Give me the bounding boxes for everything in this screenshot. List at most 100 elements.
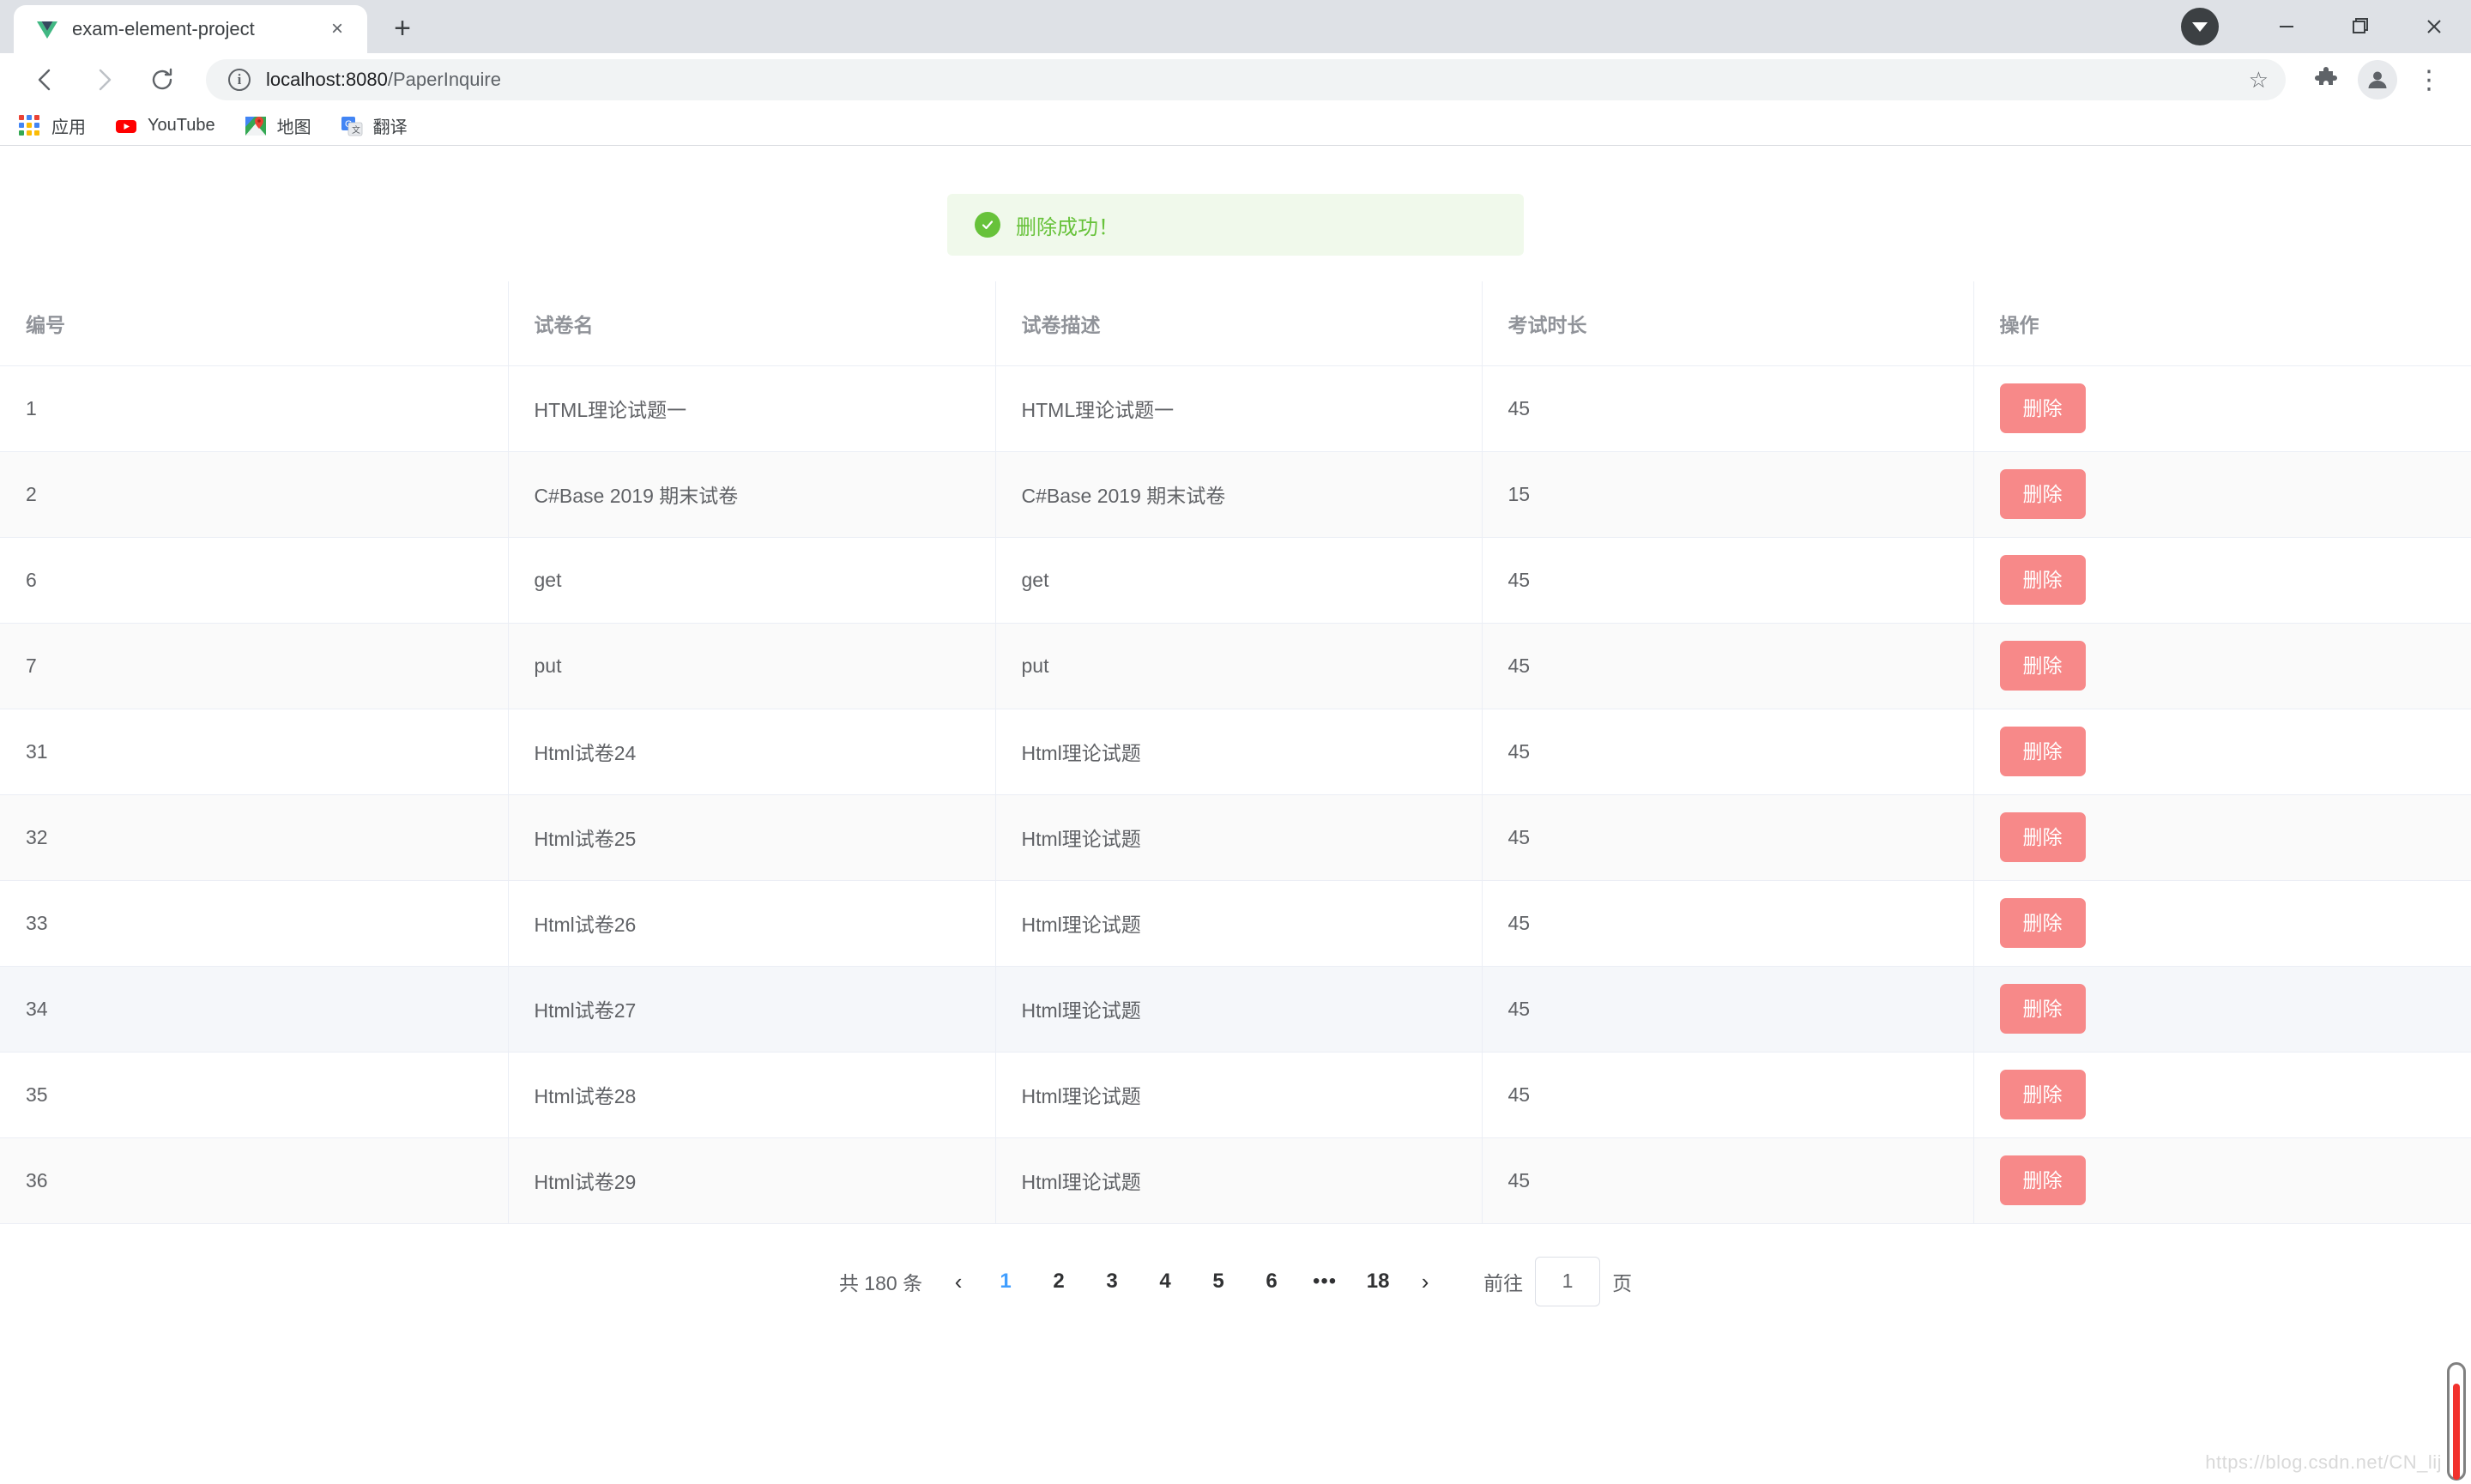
cell-actions: 删除	[1973, 794, 2471, 880]
pagination-page-6[interactable]: 6	[1245, 1261, 1298, 1302]
new-tab-button[interactable]: +	[379, 5, 426, 51]
cell-actions: 删除	[1973, 709, 2471, 794]
cell-id: 34	[0, 966, 508, 1052]
maximize-button[interactable]	[2323, 0, 2397, 53]
cell-desc: Html理论试题	[995, 794, 1482, 880]
pagination-page-4[interactable]: 4	[1139, 1261, 1192, 1302]
bookmark-maps[interactable]: 地图	[245, 113, 311, 138]
back-icon[interactable]	[19, 53, 72, 106]
pagination: 共 180 条 ‹ 123456•••18 › 前往 页	[0, 1257, 2471, 1306]
cell-id: 36	[0, 1137, 508, 1223]
cell-duration: 45	[1482, 880, 1973, 966]
table-row[interactable]: 36Html试卷29Html理论试题45删除	[0, 1137, 2471, 1223]
table-row[interactable]: 33Html试卷26Html理论试题45删除	[0, 880, 2471, 966]
url-text: localhost:8080/PaperInquire	[266, 69, 2233, 91]
bookmark-label: YouTube	[148, 116, 215, 136]
forward-icon[interactable]	[77, 53, 130, 106]
cell-desc: put	[995, 623, 1482, 709]
address-bar[interactable]: i localhost:8080/PaperInquire ☆	[206, 59, 2286, 100]
url-path: /PaperInquire	[388, 69, 501, 90]
site-info-icon[interactable]: i	[228, 69, 251, 91]
table-row[interactable]: 7putput45删除	[0, 623, 2471, 709]
delete-button[interactable]: 删除	[2000, 1155, 2086, 1205]
cell-duration: 45	[1482, 365, 1973, 451]
bookmark-label: 地图	[277, 113, 311, 138]
bookmark-translate[interactable]: G 文 翻译	[341, 113, 408, 138]
profile-avatar[interactable]	[2354, 57, 2401, 103]
cell-desc: Html理论试题	[995, 1052, 1482, 1137]
bookmark-star-icon[interactable]: ☆	[2249, 69, 2269, 91]
cell-id: 31	[0, 709, 508, 794]
cell-id: 32	[0, 794, 508, 880]
browser-window: exam-element-project × +	[0, 0, 2471, 1484]
cell-duration: 45	[1482, 1137, 1973, 1223]
cell-actions: 删除	[1973, 623, 2471, 709]
table-body: 1HTML理论试题一HTML理论试题一45删除2C#Base 2019 期末试卷…	[0, 365, 2471, 1223]
cell-desc: Html理论试题	[995, 880, 1482, 966]
cell-actions: 删除	[1973, 966, 2471, 1052]
close-tab-icon[interactable]: ×	[323, 15, 352, 44]
bookmark-apps[interactable]: 应用	[19, 113, 86, 138]
cell-desc: get	[995, 537, 1482, 623]
jump-prefix-label: 前往	[1483, 1267, 1523, 1296]
cell-duration: 45	[1482, 1052, 1973, 1137]
pagination-prev-button[interactable]: ‹	[938, 1261, 979, 1302]
window-controls	[2181, 0, 2471, 53]
cell-name: Html试卷25	[508, 794, 995, 880]
table-row[interactable]: 2C#Base 2019 期末试卷C#Base 2019 期末试卷15删除	[0, 451, 2471, 537]
pagination-page-3[interactable]: 3	[1085, 1261, 1139, 1302]
delete-button[interactable]: 删除	[2000, 727, 2086, 776]
delete-button[interactable]: 删除	[2000, 1070, 2086, 1119]
cell-name: HTML理论试题一	[508, 365, 995, 451]
pagination-ellipsis[interactable]: •••	[1298, 1261, 1351, 1302]
cell-duration: 15	[1482, 451, 1973, 537]
profile-dropdown-icon[interactable]	[2181, 8, 2219, 45]
bookmark-label: 应用	[51, 113, 86, 138]
table-row[interactable]: 6getget45删除	[0, 537, 2471, 623]
tab-strip: exam-element-project × +	[0, 0, 2471, 53]
delete-button[interactable]: 删除	[2000, 898, 2086, 948]
pagination-page-1[interactable]: 1	[979, 1261, 1032, 1302]
cell-name: C#Base 2019 期末试卷	[508, 451, 995, 537]
delete-button[interactable]: 删除	[2000, 641, 2086, 691]
minimize-button[interactable]	[2250, 0, 2323, 53]
delete-button[interactable]: 删除	[2000, 812, 2086, 862]
delete-button[interactable]: 删除	[2000, 383, 2086, 433]
table-row[interactable]: 31Html试卷24Html理论试题45删除	[0, 709, 2471, 794]
delete-button[interactable]: 删除	[2000, 555, 2086, 605]
alert-message: 删除成功！	[1016, 210, 1119, 240]
url-host: localhost:8080	[266, 69, 388, 90]
delete-button[interactable]: 删除	[2000, 469, 2086, 519]
scrollbar-thumb[interactable]	[2453, 1384, 2460, 1480]
cell-name: put	[508, 623, 995, 709]
google-maps-icon	[245, 115, 267, 137]
pagination-page-5[interactable]: 5	[1192, 1261, 1245, 1302]
cell-actions: 删除	[1973, 537, 2471, 623]
browser-tab[interactable]: exam-element-project ×	[14, 5, 367, 53]
page-scrollbar[interactable]	[2447, 1362, 2466, 1481]
table-row[interactable]: 34Html试卷27Html理论试题45删除	[0, 966, 2471, 1052]
table-row[interactable]: 35Html试卷28Html理论试题45删除	[0, 1052, 2471, 1137]
table-row[interactable]: 32Html试卷25Html理论试题45 删除	[0, 794, 2471, 880]
pagination-total: 共 180 条	[839, 1267, 922, 1296]
cell-id: 33	[0, 880, 508, 966]
pagination-page-last[interactable]: 18	[1351, 1261, 1405, 1302]
close-window-button[interactable]	[2397, 0, 2471, 53]
bookmark-youtube[interactable]: YouTube	[115, 115, 215, 137]
delete-button[interactable]: 删除	[2000, 984, 2086, 1034]
google-translate-icon: G 文	[341, 115, 363, 137]
reload-icon[interactable]	[136, 53, 189, 106]
extensions-puzzle-icon[interactable]	[2303, 57, 2349, 103]
cell-duration: 45	[1482, 709, 1973, 794]
table-row[interactable]: 1HTML理论试题一HTML理论试题一45删除	[0, 365, 2471, 451]
cell-actions: 删除	[1973, 451, 2471, 537]
cell-duration: 45	[1482, 794, 1973, 880]
cell-actions: 删除	[1973, 880, 2471, 966]
pagination-pages: 123456•••18	[979, 1261, 1405, 1302]
cell-desc: HTML理论试题一	[995, 365, 1482, 451]
jump-page-input[interactable]	[1535, 1257, 1600, 1306]
youtube-icon	[115, 115, 137, 137]
pagination-next-button[interactable]: ›	[1405, 1261, 1446, 1302]
chrome-menu-icon[interactable]: ⋮	[2406, 57, 2452, 103]
pagination-page-2[interactable]: 2	[1032, 1261, 1085, 1302]
